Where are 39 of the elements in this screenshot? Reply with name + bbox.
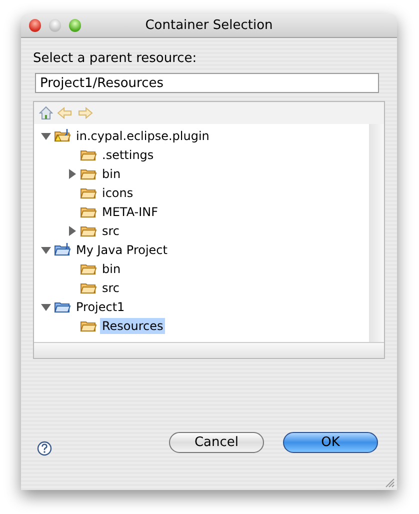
zoom-button[interactable] bbox=[69, 19, 81, 32]
project-folder-icon bbox=[54, 243, 71, 256]
tree-item[interactable]: Project1 bbox=[74, 298, 127, 314]
project-warning-icon bbox=[54, 129, 71, 142]
tree-item[interactable]: .settings bbox=[100, 146, 156, 162]
tree-item[interactable]: icons bbox=[100, 184, 136, 200]
cancel-button[interactable]: Cancel bbox=[169, 432, 264, 453]
folder-icon bbox=[80, 205, 97, 218]
folder-icon bbox=[80, 224, 97, 237]
ok-button[interactable]: OK bbox=[283, 432, 378, 453]
tree-item[interactable]: Resources bbox=[100, 318, 166, 334]
folder-icon bbox=[54, 300, 71, 313]
folder-icon bbox=[80, 167, 97, 180]
home-icon[interactable] bbox=[39, 106, 53, 120]
tree-item[interactable]: My Java Project bbox=[74, 242, 170, 258]
folder-icon bbox=[80, 262, 97, 275]
collapsed-triangle-icon[interactable] bbox=[66, 168, 78, 180]
folder-icon bbox=[80, 148, 97, 161]
folder-icon bbox=[80, 281, 97, 294]
resize-grip-icon[interactable] bbox=[384, 477, 395, 488]
minimize-button[interactable] bbox=[49, 19, 61, 32]
collapsed-triangle-icon[interactable] bbox=[66, 224, 78, 236]
folder-icon bbox=[80, 319, 97, 332]
folder-icon bbox=[80, 186, 97, 199]
window-title: Container Selection bbox=[144, 18, 274, 33]
tree-item[interactable]: META-INF bbox=[100, 204, 160, 220]
tree-item[interactable]: bin bbox=[100, 166, 123, 182]
tree-item[interactable]: src bbox=[100, 222, 122, 238]
tree-item[interactable]: src bbox=[100, 280, 122, 296]
path-field[interactable]: Project1/Resources bbox=[35, 73, 379, 93]
prompt-label: Select a parent resource: bbox=[33, 51, 198, 66]
forward-arrow-icon[interactable] bbox=[77, 107, 93, 119]
tree-item[interactable]: bin bbox=[100, 260, 123, 276]
help-icon[interactable] bbox=[37, 441, 52, 456]
horizontal-scrollbar[interactable] bbox=[34, 342, 384, 358]
tree-item[interactable]: in.cypal.eclipse.plugin bbox=[74, 128, 212, 144]
back-arrow-icon[interactable] bbox=[57, 107, 73, 119]
vertical-scrollbar[interactable] bbox=[369, 124, 384, 342]
close-button[interactable] bbox=[29, 19, 41, 32]
